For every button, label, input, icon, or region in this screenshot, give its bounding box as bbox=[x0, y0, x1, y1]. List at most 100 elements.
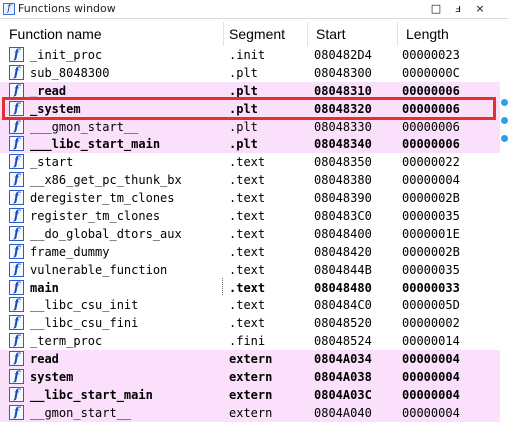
length-cell: 00000014 bbox=[402, 334, 460, 349]
function-icon: f bbox=[9, 404, 24, 420]
function-row[interactable]: f __libc_csu_init .text 080484C0 0000005D bbox=[0, 296, 500, 314]
start-address: 0804A03C bbox=[314, 387, 372, 402]
start-address: 08048420 bbox=[314, 244, 372, 259]
function-name: __libc_start_main bbox=[30, 387, 153, 402]
vertical-scrollbar[interactable] bbox=[500, 19, 508, 437]
close-window-button[interactable]: × bbox=[472, 1, 488, 17]
start-address: 080484C0 bbox=[314, 298, 372, 313]
function-icon: f bbox=[9, 279, 24, 295]
column-start[interactable]: Start bbox=[316, 22, 398, 46]
start-address: 080482D4 bbox=[314, 48, 372, 62]
function-row[interactable]: f frame_dummy .text 08048420 0000002B bbox=[0, 243, 500, 261]
function-name: frame_dummy bbox=[30, 244, 110, 259]
segment-cell: .text bbox=[229, 209, 266, 224]
length-cell: 00000004 bbox=[402, 370, 460, 385]
length-cell: 00000002 bbox=[402, 316, 460, 331]
function-name: register_tm_clones bbox=[30, 209, 161, 224]
length-cell: 00000006 bbox=[402, 137, 460, 152]
function-name: sub_8048300 bbox=[30, 65, 110, 80]
function-name: _term_proc bbox=[30, 334, 103, 349]
segment-cell: .text bbox=[229, 316, 266, 331]
segment-cell: .plt bbox=[229, 65, 258, 80]
start-address: 0804A038 bbox=[314, 370, 372, 385]
scroll-marker bbox=[501, 135, 508, 142]
length-cell: 0000000C bbox=[402, 65, 460, 80]
function-icon: f bbox=[9, 136, 24, 152]
function-name: deregister_tm_clones bbox=[30, 191, 175, 206]
function-row[interactable]: f vulnerable_function .text 0804844B 0000003… bbox=[0, 261, 500, 279]
function-name: vulnerable_function bbox=[30, 262, 168, 277]
function-icon: f bbox=[9, 154, 24, 170]
function-name: __do_global_dtors_aux bbox=[30, 226, 182, 241]
start-address: 08048330 bbox=[314, 119, 372, 134]
segment-cell: .text bbox=[229, 191, 266, 206]
function-icon: f bbox=[9, 82, 24, 98]
function-icon: f bbox=[9, 172, 24, 188]
length-cell: 00000022 bbox=[402, 155, 460, 170]
length-cell: 0000002B bbox=[402, 244, 460, 259]
start-address: 0804844B bbox=[314, 262, 372, 277]
segment-cell: .plt bbox=[229, 137, 258, 152]
function-icon: f bbox=[9, 243, 24, 259]
function-icon: f bbox=[9, 225, 24, 241]
function-row[interactable]: f __libc_csu_fini .text 08048520 00000002 bbox=[0, 314, 500, 332]
segment-cell: extern bbox=[229, 405, 273, 420]
function-row[interactable]: f register_tm_clones .text 080483C0 00000035 bbox=[0, 207, 500, 225]
function-row[interactable]: f system extern 0804A038 00000004 bbox=[0, 368, 500, 386]
function-row[interactable]: f read extern 0804A034 00000004 bbox=[0, 350, 500, 369]
function-icon: f bbox=[9, 297, 24, 313]
start-address: 08048480 bbox=[314, 280, 372, 295]
float-window-button[interactable]: □ bbox=[428, 1, 444, 17]
function-row[interactable]: f sub_8048300 .plt 08048300 0000000C bbox=[0, 64, 500, 82]
start-address: 08048400 bbox=[314, 226, 372, 241]
length-cell: 00000006 bbox=[402, 119, 460, 134]
length-cell: 00000023 bbox=[402, 48, 460, 62]
function-row[interactable]: f _term_proc .fini 08048524 00000014 bbox=[0, 332, 500, 350]
function-icon: f bbox=[9, 333, 24, 349]
function-row[interactable]: f _init_proc .init 080482D4 00000023 bbox=[0, 46, 500, 64]
title-bar[interactable]: f Functions window □ ⅎ × bbox=[0, 0, 508, 19]
start-address: 0804A040 bbox=[314, 405, 372, 420]
length-cell: 00000004 bbox=[402, 173, 460, 188]
function-name: __libc_csu_init bbox=[30, 298, 139, 313]
function-row[interactable]: f _start .text 08048350 00000022 bbox=[0, 153, 500, 171]
start-address: 08048524 bbox=[314, 334, 372, 349]
segment-cell: extern bbox=[229, 387, 273, 402]
function-row[interactable]: f __x86_get_pc_thunk_bx .text 08048380 00000… bbox=[0, 171, 500, 189]
length-cell: 0000005D bbox=[402, 298, 460, 313]
segment-cell: .text bbox=[229, 298, 266, 313]
column-length[interactable]: Length bbox=[406, 22, 500, 46]
length-cell: 00000035 bbox=[402, 209, 460, 224]
start-address: 08048520 bbox=[314, 316, 372, 331]
function-row[interactable]: f main .text 08048480 00000033 bbox=[0, 279, 500, 297]
length-cell: 00000033 bbox=[402, 280, 460, 295]
column-divider bbox=[222, 278, 223, 295]
start-address: 08048300 bbox=[314, 65, 372, 80]
scroll-marker bbox=[501, 99, 508, 106]
start-address: 08048380 bbox=[314, 173, 372, 188]
function-row[interactable]: f __do_global_dtors_aux .text 08048400 00000… bbox=[0, 225, 500, 243]
scroll-marker bbox=[501, 117, 508, 124]
length-cell: 0000002B bbox=[402, 191, 460, 206]
restore-window-button[interactable]: ⅎ bbox=[450, 1, 466, 17]
column-function-name[interactable]: Function name bbox=[9, 22, 224, 46]
function-row[interactable]: f __gmon_start__ extern 0804A040 00000004 bbox=[0, 403, 500, 422]
start-address: 080483C0 bbox=[314, 209, 372, 224]
segment-cell: extern bbox=[229, 352, 273, 367]
column-segment[interactable]: Segment bbox=[229, 22, 308, 46]
function-name: ___libc_start_main bbox=[30, 137, 161, 152]
start-address: 08048350 bbox=[314, 155, 372, 170]
length-cell: 00000004 bbox=[402, 405, 460, 420]
function-row[interactable]: f ___libc_start_main .plt 08048340 00000006 bbox=[0, 135, 500, 154]
start-address: 0804A034 bbox=[314, 352, 372, 367]
function-icon: f bbox=[9, 64, 24, 80]
function-row[interactable]: f __libc_start_main extern 0804A03C 00000004 bbox=[0, 385, 500, 404]
start-address: 08048390 bbox=[314, 191, 372, 206]
function-row[interactable]: f deregister_tm_clones .text 08048390 000000… bbox=[0, 189, 500, 207]
segment-cell: .text bbox=[229, 226, 266, 241]
highlight-box bbox=[2, 97, 496, 120]
function-row[interactable]: f ___gmon_start__ .plt 08048330 00000006 bbox=[0, 117, 500, 136]
function-name: read bbox=[30, 352, 59, 367]
segment-cell: .text bbox=[229, 244, 266, 259]
function-name: _start bbox=[30, 155, 74, 170]
